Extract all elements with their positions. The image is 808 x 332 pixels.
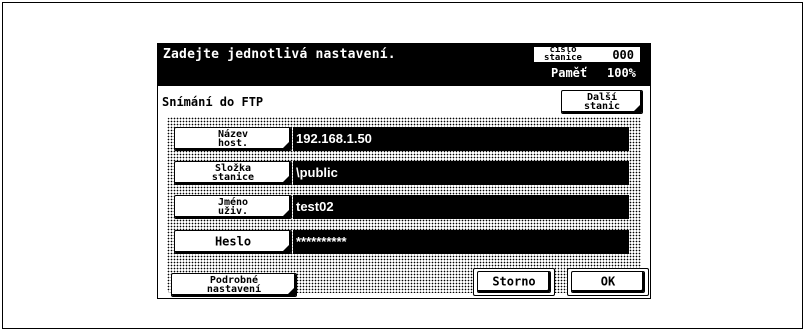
station-label: číslo stanice — [544, 45, 582, 63]
folder-label: Složka stanice — [211, 163, 255, 183]
station-value: 000 — [612, 48, 634, 62]
user-name-value: test02 — [293, 195, 629, 219]
memory-label: Paměť — [551, 66, 588, 80]
next-station-button[interactable]: Další stanic — [561, 90, 643, 114]
password-value: ********** — [293, 230, 629, 254]
host-name-button[interactable]: Název host. — [174, 127, 292, 151]
cancel-label: Storno — [492, 274, 536, 289]
instruction-message: Zadejte jednotlivá nastavení. — [163, 47, 396, 62]
corner-arrow-icon — [288, 288, 294, 294]
corner-arrow-icon — [283, 210, 289, 216]
memory-value: 100% — [607, 66, 636, 80]
header-bar: Zadejte jednotlivá nastavení. číslo stan… — [157, 43, 651, 85]
next-station-label: Další stanic — [583, 92, 621, 112]
password-button[interactable]: Heslo — [174, 230, 292, 254]
ok-button[interactable]: OK — [571, 271, 645, 293]
corner-arrow-icon — [283, 176, 289, 182]
corner-arrow-icon — [634, 105, 640, 111]
ok-label: OK — [600, 274, 616, 289]
corner-arrow-icon — [283, 245, 289, 251]
panel-title: Snímání do FTP — [162, 95, 264, 109]
device-screen: Zadejte jednotlivá nastavení. číslo stan… — [157, 43, 651, 299]
user-name-label: Jméno uživ. — [217, 197, 249, 217]
host-name-label: Název host. — [217, 129, 249, 149]
detail-settings-label: Podrobné nastavení — [206, 275, 262, 295]
user-name-button[interactable]: Jméno uživ. — [174, 195, 292, 219]
password-label: Heslo — [214, 234, 252, 249]
folder-value: \public — [293, 161, 629, 185]
corner-arrow-icon — [283, 142, 289, 148]
detail-settings-button[interactable]: Podrobné nastavení — [171, 273, 297, 297]
folder-button[interactable]: Složka stanice — [174, 161, 292, 185]
station-counter: číslo stanice 000 — [533, 46, 641, 63]
host-name-value: 192.168.1.50 — [293, 127, 629, 151]
cancel-button[interactable]: Storno — [477, 271, 551, 293]
